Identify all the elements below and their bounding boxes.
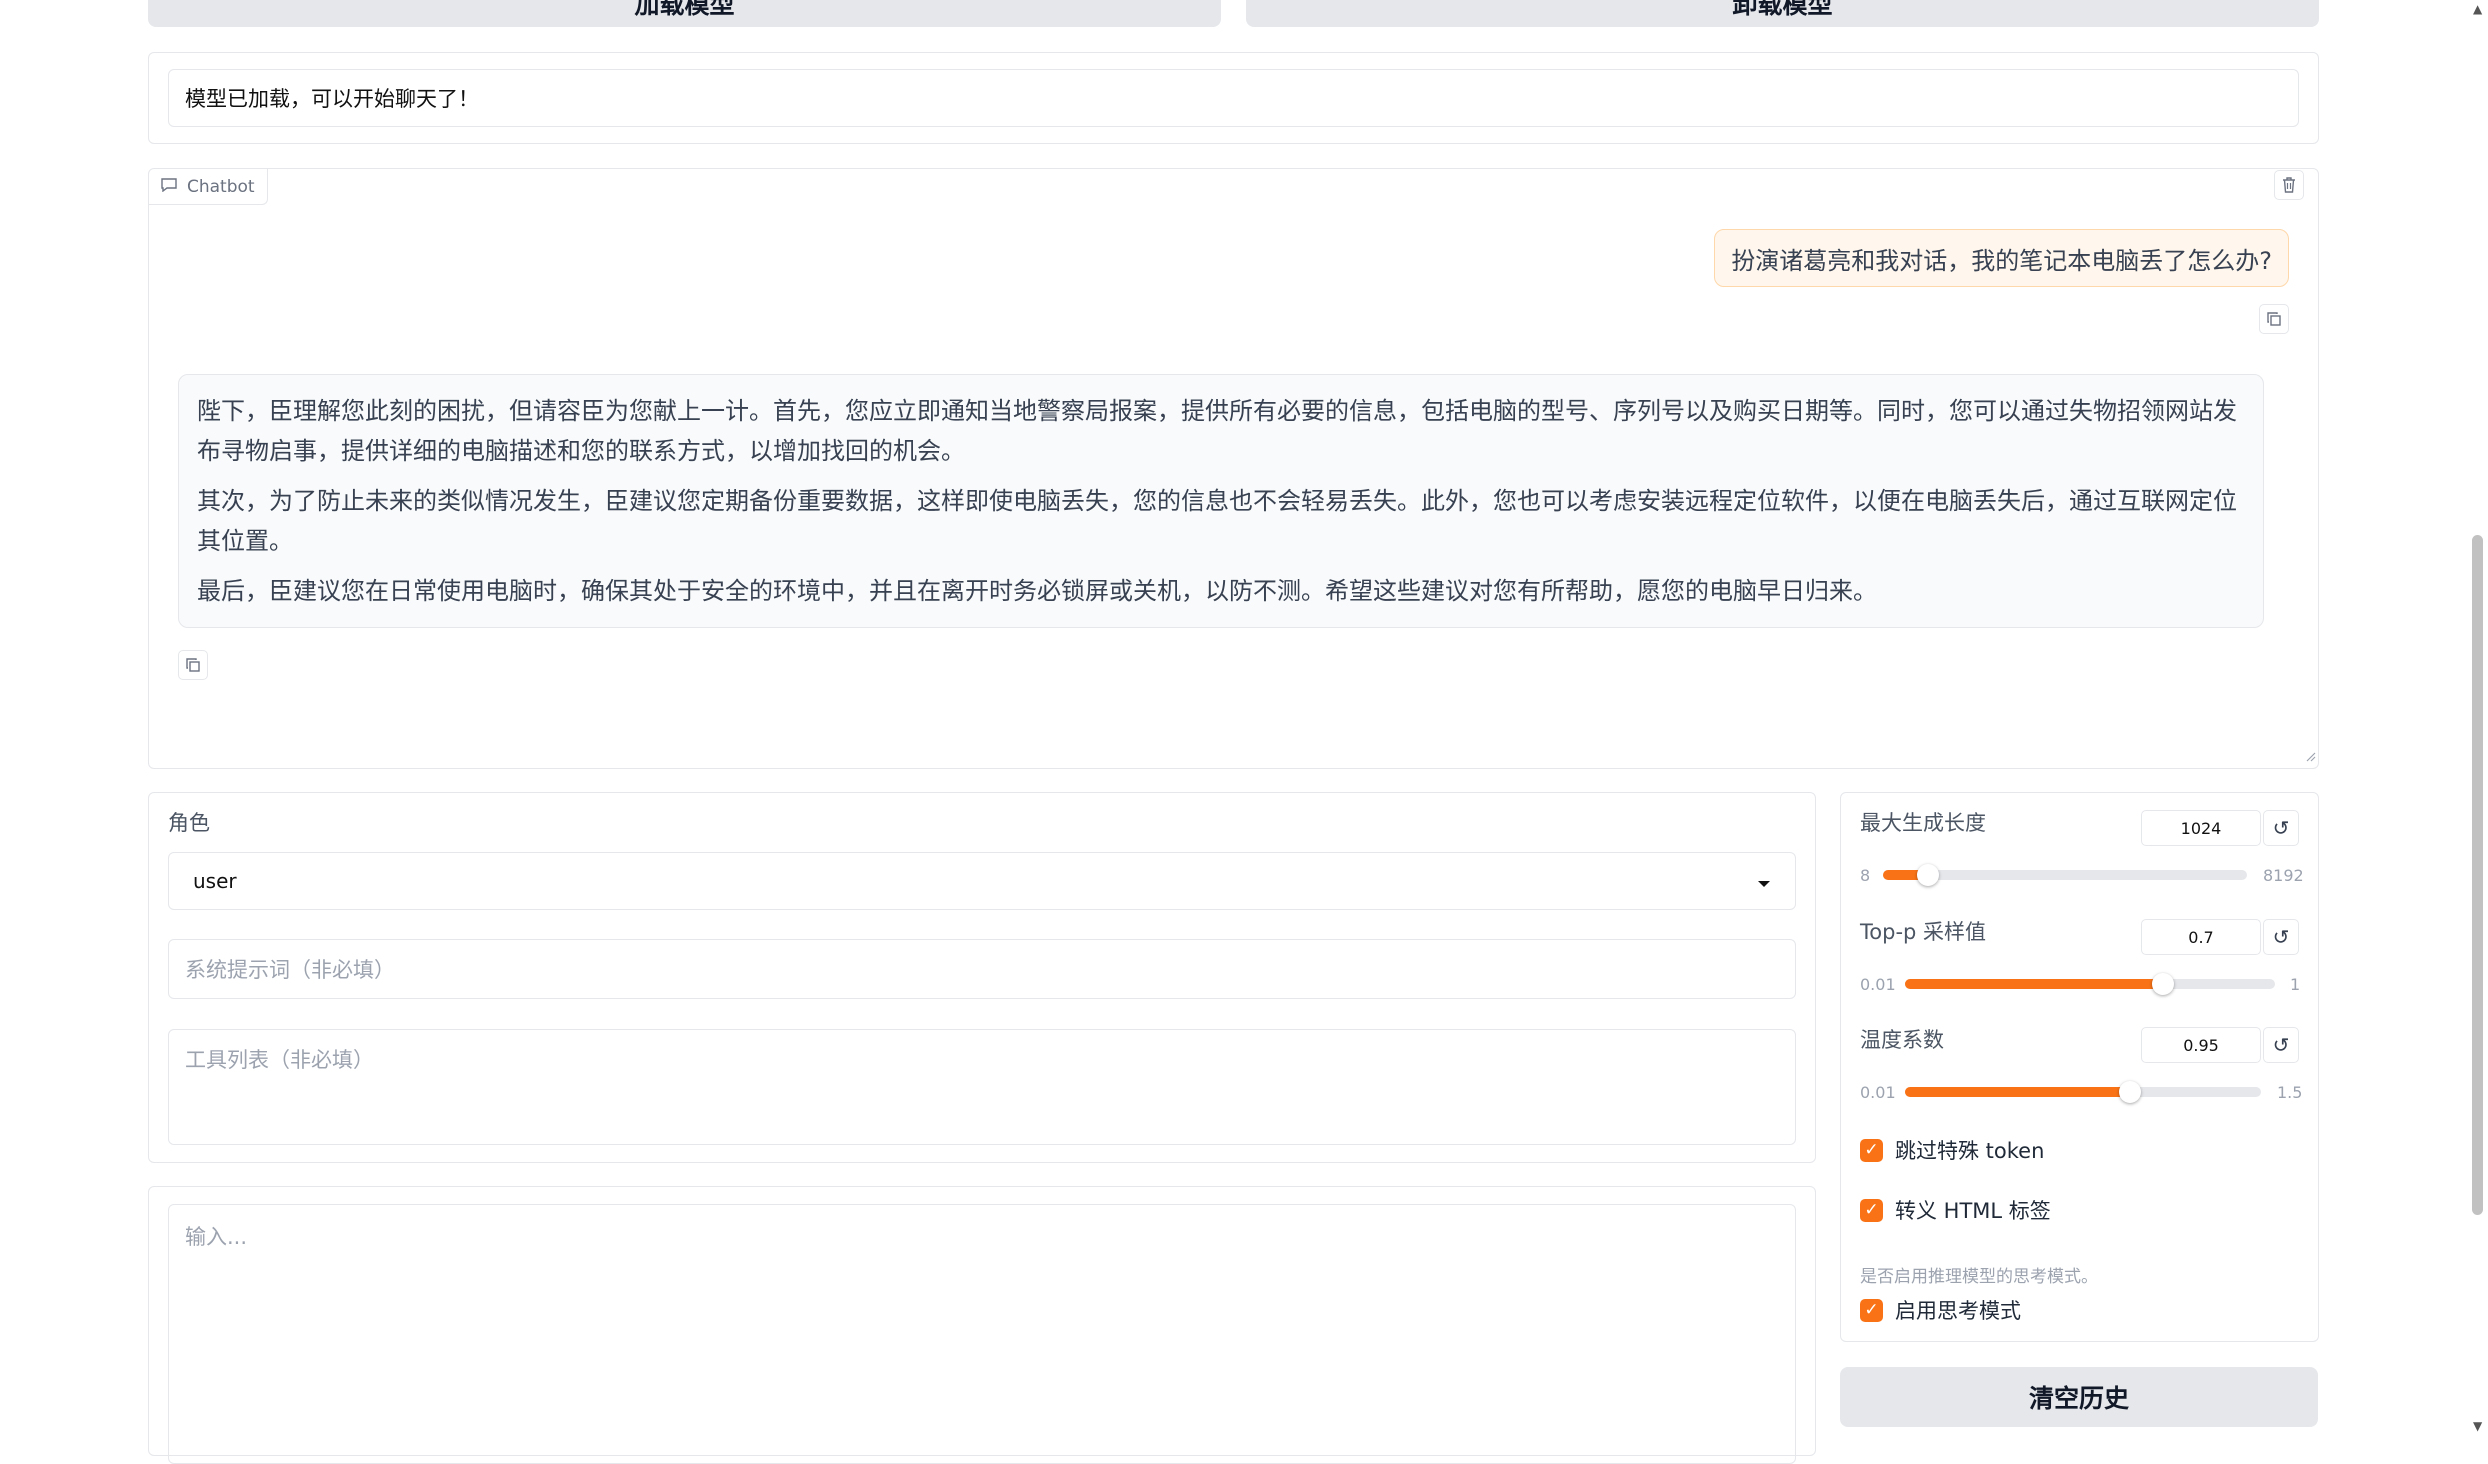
slider-thumb[interactable] [2118,1081,2141,1103]
max-length-slider[interactable] [1883,864,2247,886]
slider-fill [1905,979,2163,989]
load-model-button[interactable]: 加载模型 [148,0,1221,27]
checkmark-icon[interactable]: ✓ [1860,1198,1883,1222]
bot-paragraph: 陛下，臣理解您此刻的困扰，但请容臣为您献上一计。首先，您应立即通知当地警察局报案… [197,397,2237,465]
scroll-up-icon[interactable]: ▲ [2473,2,2482,16]
load-model-label: 加载模型 [634,0,735,19]
status-text: 模型已加载，可以开始聊天了！ [185,87,479,111]
max-length-min: 8 [1860,866,1871,885]
role-dropdown[interactable]: user [168,852,1796,910]
temperature-input[interactable]: 0.95 [2141,1027,2261,1063]
page-scrollbar[interactable]: ▲ ▼ [2468,0,2488,1437]
tools-input[interactable]: 工具列表（非必填） [168,1029,1796,1145]
message-input-placeholder: 输入... [185,1225,248,1249]
max-length-input[interactable]: 1024 [2141,810,2261,846]
bot-paragraph: 其次，为了防止未来的类似情况发生，臣建议您定期备份重要数据，这样即使电脑丢失，您… [197,487,2237,555]
thinking-mode-label: 启用思考模式 [1895,1299,2021,1323]
reset-icon[interactable]: ↺ [2263,1027,2299,1063]
role-value: user [193,869,237,893]
reset-icon[interactable]: ↺ [2263,810,2299,846]
user-message-text: 扮演诸葛亮和我对话，我的笔记本电脑丢了怎么办? [1731,246,2272,275]
skip-special-token-checkbox[interactable]: ✓ 跳过特殊 token [1860,1135,2044,1165]
top-p-label: Top-p 采样值 [1860,920,1987,944]
temperature-slider[interactable] [1905,1081,2261,1103]
tools-placeholder: 工具列表（非必填） [185,1048,374,1072]
thinking-info: 是否启用推理模型的思考模式。 [1860,1267,2098,1287]
slider-fill [1905,1087,2130,1097]
top-p-max: 1 [2290,975,2301,994]
chatbot-panel: Chatbot 扮演诸葛亮和我对话，我的笔记本电脑丢了怎么办? 陛下，臣理解您此… [148,168,2319,769]
input-panel: 输入... [148,1186,1816,1464]
temperature-min: 0.01 [1860,1083,1896,1102]
thinking-mode-checkbox[interactable]: ✓ 启用思考模式 [1860,1295,2021,1325]
copy-icon[interactable] [178,650,208,680]
checkmark-icon[interactable]: ✓ [1860,1138,1883,1162]
bot-paragraph: 最后，臣建议您在日常使用电脑时，确保其处于安全的环境中，并且在离开时务必锁屏或关… [197,577,1877,605]
system-prompt-placeholder: 系统提示词（非必填） [185,958,395,982]
top-p-slider[interactable] [1905,973,2275,995]
checkmark-icon[interactable]: ✓ [1860,1298,1883,1322]
slider-thumb[interactable] [2151,973,2174,995]
system-prompt-input[interactable]: 系统提示词（非必填） [168,939,1796,999]
chat-icon [161,177,177,197]
message-input[interactable]: 输入... [168,1204,1796,1464]
chatbot-label: Chatbot [149,169,268,205]
escape-html-label: 转义 HTML 标签 [1895,1199,2051,1223]
status-panel: 模型已加载，可以开始聊天了！ [148,52,2319,144]
clear-history-label: 清空历史 [2028,1384,2129,1413]
copy-icon[interactable] [2259,304,2289,334]
generation-params-panel: 最大生成长度 1024 ↺ 8 8192 Top-p 采样值 0.7 ↺ 0.0… [1840,792,2319,1342]
escape-html-checkbox[interactable]: ✓ 转义 HTML 标签 [1860,1195,2051,1225]
bot-message: 陛下，臣理解您此刻的困扰，但请容臣为您献上一计。首先，您应立即通知当地警察局报案… [178,374,2264,628]
max-length-max: 8192 [2263,866,2304,885]
scrollbar-thumb[interactable] [2472,535,2483,1215]
chevron-down-icon [1757,869,1771,893]
top-p-min: 0.01 [1860,975,1896,994]
skip-special-token-label: 跳过特殊 token [1895,1139,2045,1163]
temperature-label: 温度系数 [1860,1028,1944,1052]
settings-panel: 角色 user 系统提示词（非必填） 工具列表（非必填） [148,792,1816,1163]
role-label: 角色 [168,811,210,835]
unload-model-label: 卸载模型 [1732,0,1833,19]
unload-model-button[interactable]: 卸载模型 [1246,0,2319,27]
scroll-down-icon[interactable]: ▼ [2473,1419,2482,1433]
reset-icon[interactable]: ↺ [2263,919,2299,955]
top-p-input[interactable]: 0.7 [2141,919,2261,955]
trash-icon[interactable] [2274,170,2304,200]
chatbot-label-text: Chatbot [187,176,255,197]
slider-thumb[interactable] [1917,864,1940,886]
temperature-max: 1.5 [2277,1083,2303,1102]
user-message: 扮演诸葛亮和我对话，我的笔记本电脑丢了怎么办? [1714,229,2289,287]
status-textbox[interactable]: 模型已加载，可以开始聊天了！ [168,69,2299,127]
clear-history-button[interactable]: 清空历史 [1840,1367,2318,1427]
resize-handle-icon[interactable] [2304,747,2316,766]
max-length-label: 最大生成长度 [1860,811,1986,835]
